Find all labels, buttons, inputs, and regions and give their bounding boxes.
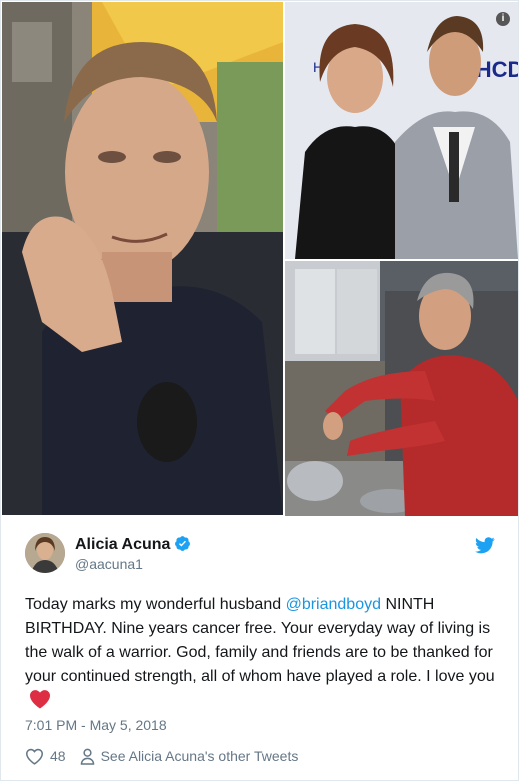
tweet-text-part-1: Today marks my wonderful husband (25, 596, 286, 613)
info-icon[interactable]: i (496, 12, 510, 26)
heart-outline-icon (25, 748, 44, 765)
mention-link[interactable]: @briandboyd (286, 596, 381, 613)
embedded-tweet-card: WHCDJ H i (0, 0, 519, 781)
see-other-tweets-label[interactable]: See Alicia Acuna's other Tweets (101, 748, 299, 764)
like-button[interactable]: 48 (25, 748, 80, 765)
tweet-media-grid: WHCDJ H i (1, 1, 518, 517)
author-name-row[interactable]: Alicia Acuna (75, 535, 191, 554)
person-icon (80, 748, 94, 765)
author-avatar[interactable] (25, 533, 65, 573)
verified-badge-icon (175, 536, 191, 551)
photo-man-portrait[interactable] (2, 2, 283, 515)
author-name[interactable]: Alicia Acuna (75, 536, 170, 553)
twitter-bird-icon[interactable] (475, 537, 495, 554)
tweet-timestamp[interactable]: 7:01 PM - May 5, 2018 (25, 717, 167, 733)
red-heart-emoji (30, 690, 50, 709)
see-other-tweets-link[interactable]: See Alicia Acuna's other Tweets (80, 748, 299, 765)
tweet-header: Alicia Acuna @aacuna1 (25, 533, 495, 577)
tweet-actions: 48 See Alicia Acuna's other Tweets (25, 746, 298, 766)
photo-couple-event[interactable]: WHCDJ H i (285, 2, 518, 259)
tweet-text: Today marks my wonderful husband @briand… (25, 593, 497, 713)
author-handle[interactable]: @aacuna1 (75, 556, 143, 572)
photo-man-cooking[interactable] (285, 261, 518, 516)
like-count: 48 (50, 748, 66, 764)
